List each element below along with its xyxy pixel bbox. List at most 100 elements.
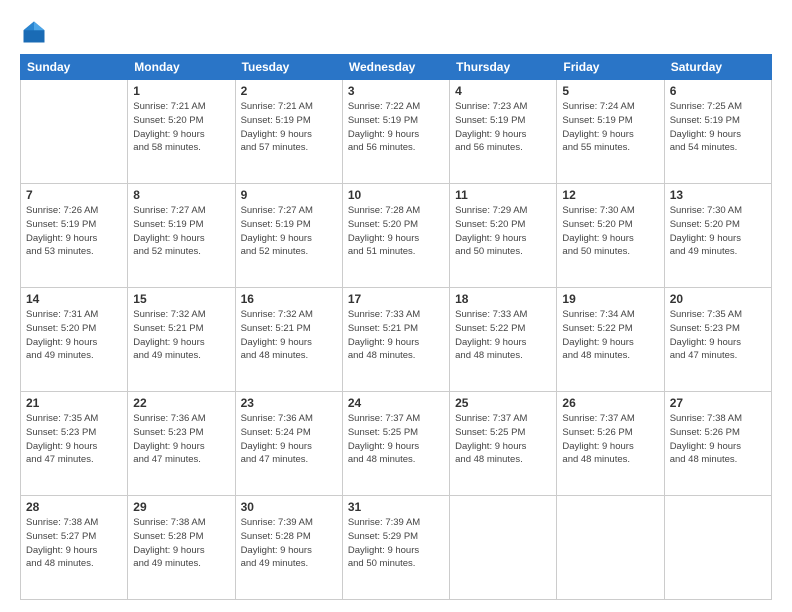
day-info: Sunrise: 7:21 AM Sunset: 5:19 PM Dayligh… — [241, 100, 337, 155]
day-number: 19 — [562, 292, 658, 306]
calendar-cell: 19 Sunrise: 7:34 AM Sunset: 5:22 PM Dayli… — [557, 288, 664, 392]
calendar-cell: 7 Sunrise: 7:26 AM Sunset: 5:19 PM Daylig… — [21, 184, 128, 288]
day-number: 1 — [133, 84, 229, 98]
calendar-cell: 5 Sunrise: 7:24 AM Sunset: 5:19 PM Daylig… — [557, 80, 664, 184]
day-info: Sunrise: 7:34 AM Sunset: 5:22 PM Dayligh… — [562, 308, 658, 363]
day-info: Sunrise: 7:35 AM Sunset: 5:23 PM Dayligh… — [670, 308, 766, 363]
day-number: 22 — [133, 396, 229, 410]
day-number: 23 — [241, 396, 337, 410]
calendar-cell: 29 Sunrise: 7:38 AM Sunset: 5:28 PM Dayli… — [128, 496, 235, 600]
day-number: 9 — [241, 188, 337, 202]
day-info: Sunrise: 7:32 AM Sunset: 5:21 PM Dayligh… — [133, 308, 229, 363]
weekday-header-friday: Friday — [557, 55, 664, 80]
day-number: 29 — [133, 500, 229, 514]
day-number: 14 — [26, 292, 122, 306]
day-info: Sunrise: 7:23 AM Sunset: 5:19 PM Dayligh… — [455, 100, 551, 155]
calendar-cell: 4 Sunrise: 7:23 AM Sunset: 5:19 PM Daylig… — [450, 80, 557, 184]
day-number: 2 — [241, 84, 337, 98]
calendar-cell: 28Sunrise: 7:38 AM Sunset: 5:27 PM Dayli… — [21, 496, 128, 600]
day-info: Sunrise: 7:24 AM Sunset: 5:19 PM Dayligh… — [562, 100, 658, 155]
day-info: Sunrise: 7:37 AM Sunset: 5:25 PM Dayligh… — [348, 412, 444, 467]
day-info: Sunrise: 7:36 AM Sunset: 5:23 PM Dayligh… — [133, 412, 229, 467]
header — [20, 18, 772, 46]
day-info: Sunrise: 7:26 AM Sunset: 5:19 PM Dayligh… — [26, 204, 122, 259]
calendar-cell: 23 Sunrise: 7:36 AM Sunset: 5:24 PM Dayli… — [235, 392, 342, 496]
weekday-header-monday: Monday — [128, 55, 235, 80]
day-number: 13 — [670, 188, 766, 202]
calendar-week-4: 21Sunrise: 7:35 AM Sunset: 5:23 PM Dayli… — [21, 392, 772, 496]
day-info: Sunrise: 7:38 AM Sunset: 5:26 PM Dayligh… — [670, 412, 766, 467]
day-number: 4 — [455, 84, 551, 98]
day-info: Sunrise: 7:37 AM Sunset: 5:25 PM Dayligh… — [455, 412, 551, 467]
calendar-cell: 2 Sunrise: 7:21 AM Sunset: 5:19 PM Daylig… — [235, 80, 342, 184]
day-info: Sunrise: 7:36 AM Sunset: 5:24 PM Dayligh… — [241, 412, 337, 467]
weekday-header-wednesday: Wednesday — [342, 55, 449, 80]
calendar-cell: 1 Sunrise: 7:21 AM Sunset: 5:20 PM Daylig… — [128, 80, 235, 184]
calendar-cell: 20 Sunrise: 7:35 AM Sunset: 5:23 PM Dayli… — [664, 288, 771, 392]
calendar-cell — [557, 496, 664, 600]
day-info: Sunrise: 7:29 AM Sunset: 5:20 PM Dayligh… — [455, 204, 551, 259]
day-number: 10 — [348, 188, 444, 202]
calendar-cell: 18 Sunrise: 7:33 AM Sunset: 5:22 PM Dayli… — [450, 288, 557, 392]
day-info: Sunrise: 7:22 AM Sunset: 5:19 PM Dayligh… — [348, 100, 444, 155]
calendar-cell: 22 Sunrise: 7:36 AM Sunset: 5:23 PM Dayli… — [128, 392, 235, 496]
calendar-week-5: 28Sunrise: 7:38 AM Sunset: 5:27 PM Dayli… — [21, 496, 772, 600]
logo-icon — [20, 18, 48, 46]
calendar-week-2: 7 Sunrise: 7:26 AM Sunset: 5:19 PM Daylig… — [21, 184, 772, 288]
calendar-week-1: 1 Sunrise: 7:21 AM Sunset: 5:20 PM Daylig… — [21, 80, 772, 184]
calendar-cell: 12Sunrise: 7:30 AM Sunset: 5:20 PM Dayli… — [557, 184, 664, 288]
day-number: 8 — [133, 188, 229, 202]
day-number: 24 — [348, 396, 444, 410]
day-info: Sunrise: 7:31 AM Sunset: 5:20 PM Dayligh… — [26, 308, 122, 363]
day-number: 16 — [241, 292, 337, 306]
calendar-cell: 15 Sunrise: 7:32 AM Sunset: 5:21 PM Dayli… — [128, 288, 235, 392]
day-info: Sunrise: 7:25 AM Sunset: 5:19 PM Dayligh… — [670, 100, 766, 155]
calendar-cell — [21, 80, 128, 184]
calendar-cell: 25 Sunrise: 7:37 AM Sunset: 5:25 PM Dayli… — [450, 392, 557, 496]
day-info: Sunrise: 7:27 AM Sunset: 5:19 PM Dayligh… — [241, 204, 337, 259]
day-info: Sunrise: 7:37 AM Sunset: 5:26 PM Dayligh… — [562, 412, 658, 467]
day-number: 20 — [670, 292, 766, 306]
calendar-cell: 21Sunrise: 7:35 AM Sunset: 5:23 PM Dayli… — [21, 392, 128, 496]
day-info: Sunrise: 7:30 AM Sunset: 5:20 PM Dayligh… — [562, 204, 658, 259]
logo — [20, 18, 52, 46]
calendar-cell: 31 Sunrise: 7:39 AM Sunset: 5:29 PM Dayli… — [342, 496, 449, 600]
day-number: 25 — [455, 396, 551, 410]
calendar-cell: 16 Sunrise: 7:32 AM Sunset: 5:21 PM Dayli… — [235, 288, 342, 392]
day-number: 7 — [26, 188, 122, 202]
day-info: Sunrise: 7:32 AM Sunset: 5:21 PM Dayligh… — [241, 308, 337, 363]
day-number: 26 — [562, 396, 658, 410]
day-number: 21 — [26, 396, 122, 410]
calendar-cell: 24 Sunrise: 7:37 AM Sunset: 5:25 PM Dayli… — [342, 392, 449, 496]
day-info: Sunrise: 7:21 AM Sunset: 5:20 PM Dayligh… — [133, 100, 229, 155]
day-number: 18 — [455, 292, 551, 306]
day-info: Sunrise: 7:33 AM Sunset: 5:21 PM Dayligh… — [348, 308, 444, 363]
day-number: 27 — [670, 396, 766, 410]
calendar-cell: 30 Sunrise: 7:39 AM Sunset: 5:28 PM Dayli… — [235, 496, 342, 600]
day-number: 3 — [348, 84, 444, 98]
day-number: 5 — [562, 84, 658, 98]
calendar-cell: 27 Sunrise: 7:38 AM Sunset: 5:26 PM Dayli… — [664, 392, 771, 496]
day-info: Sunrise: 7:30 AM Sunset: 5:20 PM Dayligh… — [670, 204, 766, 259]
calendar-cell: 6Sunrise: 7:25 AM Sunset: 5:19 PM Daylig… — [664, 80, 771, 184]
weekday-header-sunday: Sunday — [21, 55, 128, 80]
page: SundayMondayTuesdayWednesdayThursdayFrid… — [0, 0, 792, 612]
calendar-cell: 9 Sunrise: 7:27 AM Sunset: 5:19 PM Daylig… — [235, 184, 342, 288]
day-info: Sunrise: 7:38 AM Sunset: 5:28 PM Dayligh… — [133, 516, 229, 571]
day-info: Sunrise: 7:27 AM Sunset: 5:19 PM Dayligh… — [133, 204, 229, 259]
calendar-table: SundayMondayTuesdayWednesdayThursdayFrid… — [20, 54, 772, 600]
day-info: Sunrise: 7:28 AM Sunset: 5:20 PM Dayligh… — [348, 204, 444, 259]
day-info: Sunrise: 7:39 AM Sunset: 5:29 PM Dayligh… — [348, 516, 444, 571]
calendar-cell — [450, 496, 557, 600]
day-number: 31 — [348, 500, 444, 514]
day-info: Sunrise: 7:39 AM Sunset: 5:28 PM Dayligh… — [241, 516, 337, 571]
calendar-cell: 3 Sunrise: 7:22 AM Sunset: 5:19 PM Daylig… — [342, 80, 449, 184]
day-number: 30 — [241, 500, 337, 514]
calendar-cell — [664, 496, 771, 600]
day-number: 28 — [26, 500, 122, 514]
calendar-cell: 11Sunrise: 7:29 AM Sunset: 5:20 PM Dayli… — [450, 184, 557, 288]
calendar-cell: 13 Sunrise: 7:30 AM Sunset: 5:20 PM Dayli… — [664, 184, 771, 288]
day-info: Sunrise: 7:33 AM Sunset: 5:22 PM Dayligh… — [455, 308, 551, 363]
day-number: 15 — [133, 292, 229, 306]
weekday-header-thursday: Thursday — [450, 55, 557, 80]
